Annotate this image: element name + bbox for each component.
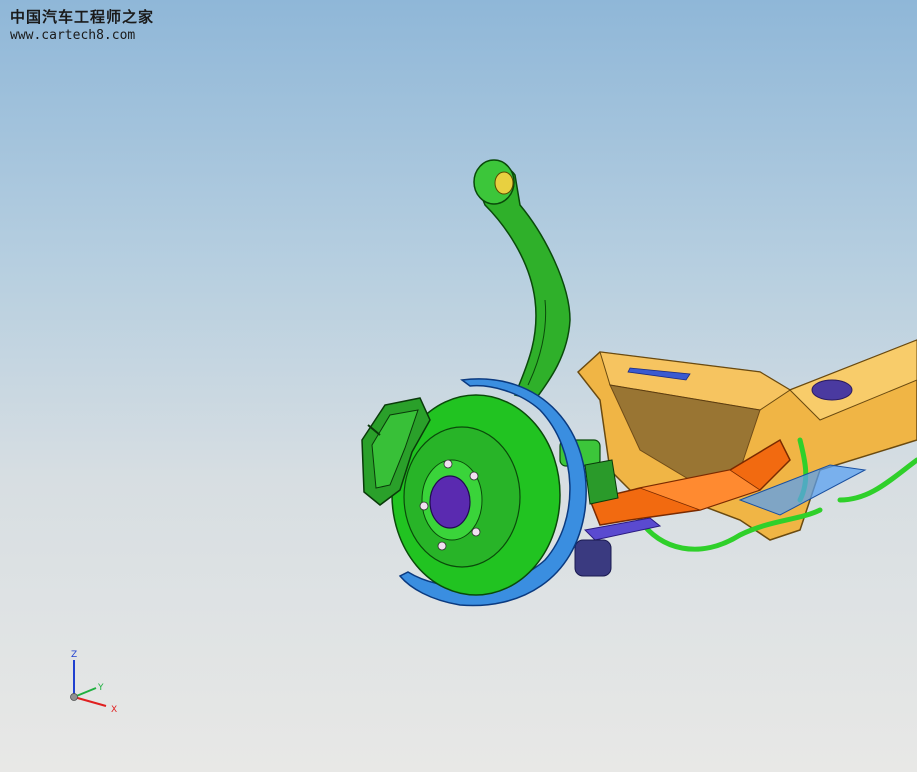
suspension-model[interactable]: Z Y X bbox=[0, 0, 917, 772]
axis-x-label: X bbox=[111, 705, 117, 715]
axis-z-label: Z bbox=[71, 650, 77, 660]
tie-rod[interactable] bbox=[574, 517, 662, 577]
steering-knuckle[interactable] bbox=[473, 159, 571, 401]
axis-origin bbox=[70, 693, 78, 701]
axis-x-line bbox=[73, 696, 107, 707]
axis-y-label: Y bbox=[97, 683, 104, 693]
cad-viewport[interactable]: 中国汽车工程师之家 www.cartech8.com Z Y X bbox=[0, 0, 917, 772]
axis-triad: Z Y X bbox=[70, 650, 117, 715]
